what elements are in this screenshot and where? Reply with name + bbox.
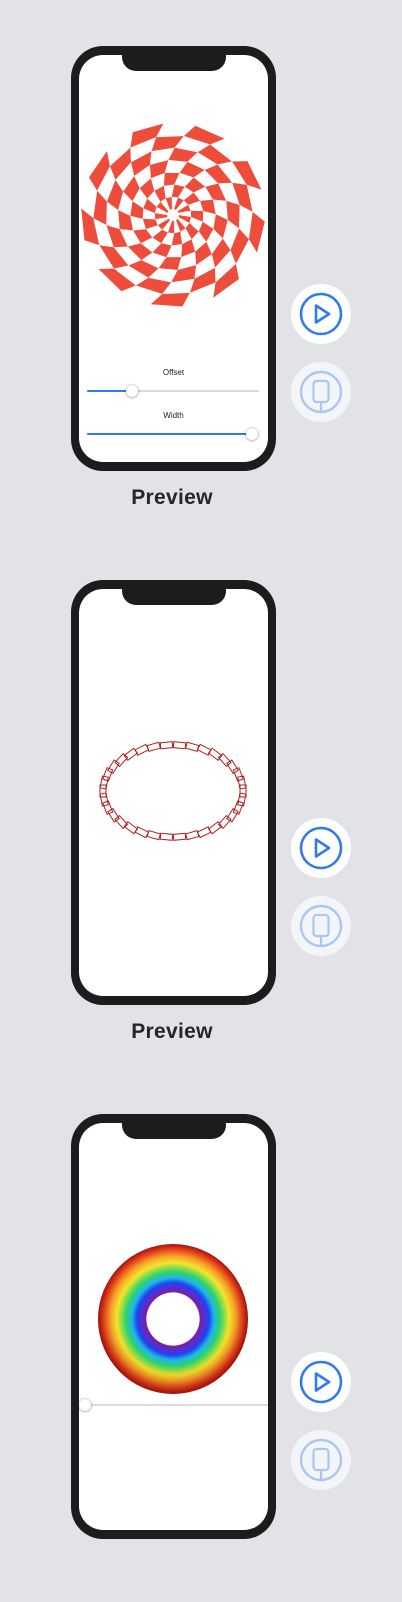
text-ring-glyph — [159, 832, 174, 841]
offset-slider[interactable] — [87, 385, 259, 397]
text-ring-glyph — [99, 775, 109, 790]
live-preview-button[interactable] — [291, 818, 351, 878]
text-ring-glyph — [114, 814, 129, 830]
device-phone-icon — [299, 1438, 343, 1482]
text-ring-glyph — [226, 807, 239, 823]
live-preview-button[interactable] — [291, 1352, 351, 1412]
device-phone-icon — [299, 904, 343, 948]
offset-slider-thumb[interactable] — [125, 385, 138, 397]
text-ring-glyph — [172, 832, 187, 841]
pinwheel-shape — [81, 123, 265, 307]
text-ring-glyph — [184, 830, 200, 841]
device-settings-button[interactable] — [291, 1430, 351, 1490]
device-screen — [79, 589, 268, 996]
value-slider[interactable] — [79, 1399, 268, 1411]
text-ring-glyph — [217, 814, 232, 830]
play-circle-icon — [299, 292, 343, 336]
rainbow-torus-shape — [98, 1244, 248, 1394]
width-slider[interactable] — [87, 428, 259, 440]
width-slider-thumb[interactable] — [246, 428, 259, 440]
play-circle-icon — [299, 1360, 343, 1404]
device-frame: Offset Width — [71, 46, 276, 471]
text-ring-glyph — [239, 784, 247, 798]
text-ring-glyph — [134, 743, 150, 756]
text-ring-glyph — [217, 752, 232, 768]
live-preview-button[interactable] — [291, 284, 351, 344]
preview-group-2: Preview — [0, 534, 402, 1068]
offset-label: Offset — [162, 368, 185, 377]
text-ring-glyph — [107, 807, 120, 823]
width-slider-fill — [87, 433, 253, 435]
text-ring-glyph — [107, 759, 120, 775]
text-ring-glyph — [146, 741, 162, 752]
text-ring-glyph — [196, 826, 212, 839]
preview-label: Preview — [131, 486, 213, 509]
text-ring-glyph — [184, 741, 200, 752]
device-settings-button[interactable] — [291, 896, 351, 956]
preview-group-3 — [0, 1068, 402, 1602]
text-ring-glyph — [237, 792, 247, 807]
text-ring-glyph — [226, 759, 239, 775]
device-screen — [79, 1123, 268, 1530]
device-frame — [71, 580, 276, 1005]
text-ring-glyph — [99, 784, 107, 798]
width-label: Width — [163, 411, 184, 420]
text-ring-glyph — [159, 741, 174, 750]
text-ring-glyph — [146, 830, 162, 841]
value-slider-track — [79, 1404, 268, 1406]
text-ring-glyph — [237, 775, 247, 790]
text-ring-shape — [99, 741, 247, 841]
device-notch — [121, 1123, 226, 1139]
device-frame — [71, 1114, 276, 1539]
device-notch — [121, 55, 226, 71]
device-screen: Offset Width — [79, 55, 268, 462]
device-phone-icon — [299, 370, 343, 414]
device-settings-button[interactable] — [291, 362, 351, 422]
value-slider-thumb[interactable] — [79, 1399, 91, 1411]
preview-label: Preview — [131, 1020, 213, 1043]
device-notch — [121, 589, 226, 605]
text-ring-glyph — [114, 752, 129, 768]
play-circle-icon — [299, 826, 343, 870]
text-ring-glyph — [99, 792, 109, 807]
preview-group-1: Offset Width Preview — [0, 0, 402, 534]
text-ring-glyph — [172, 741, 187, 750]
